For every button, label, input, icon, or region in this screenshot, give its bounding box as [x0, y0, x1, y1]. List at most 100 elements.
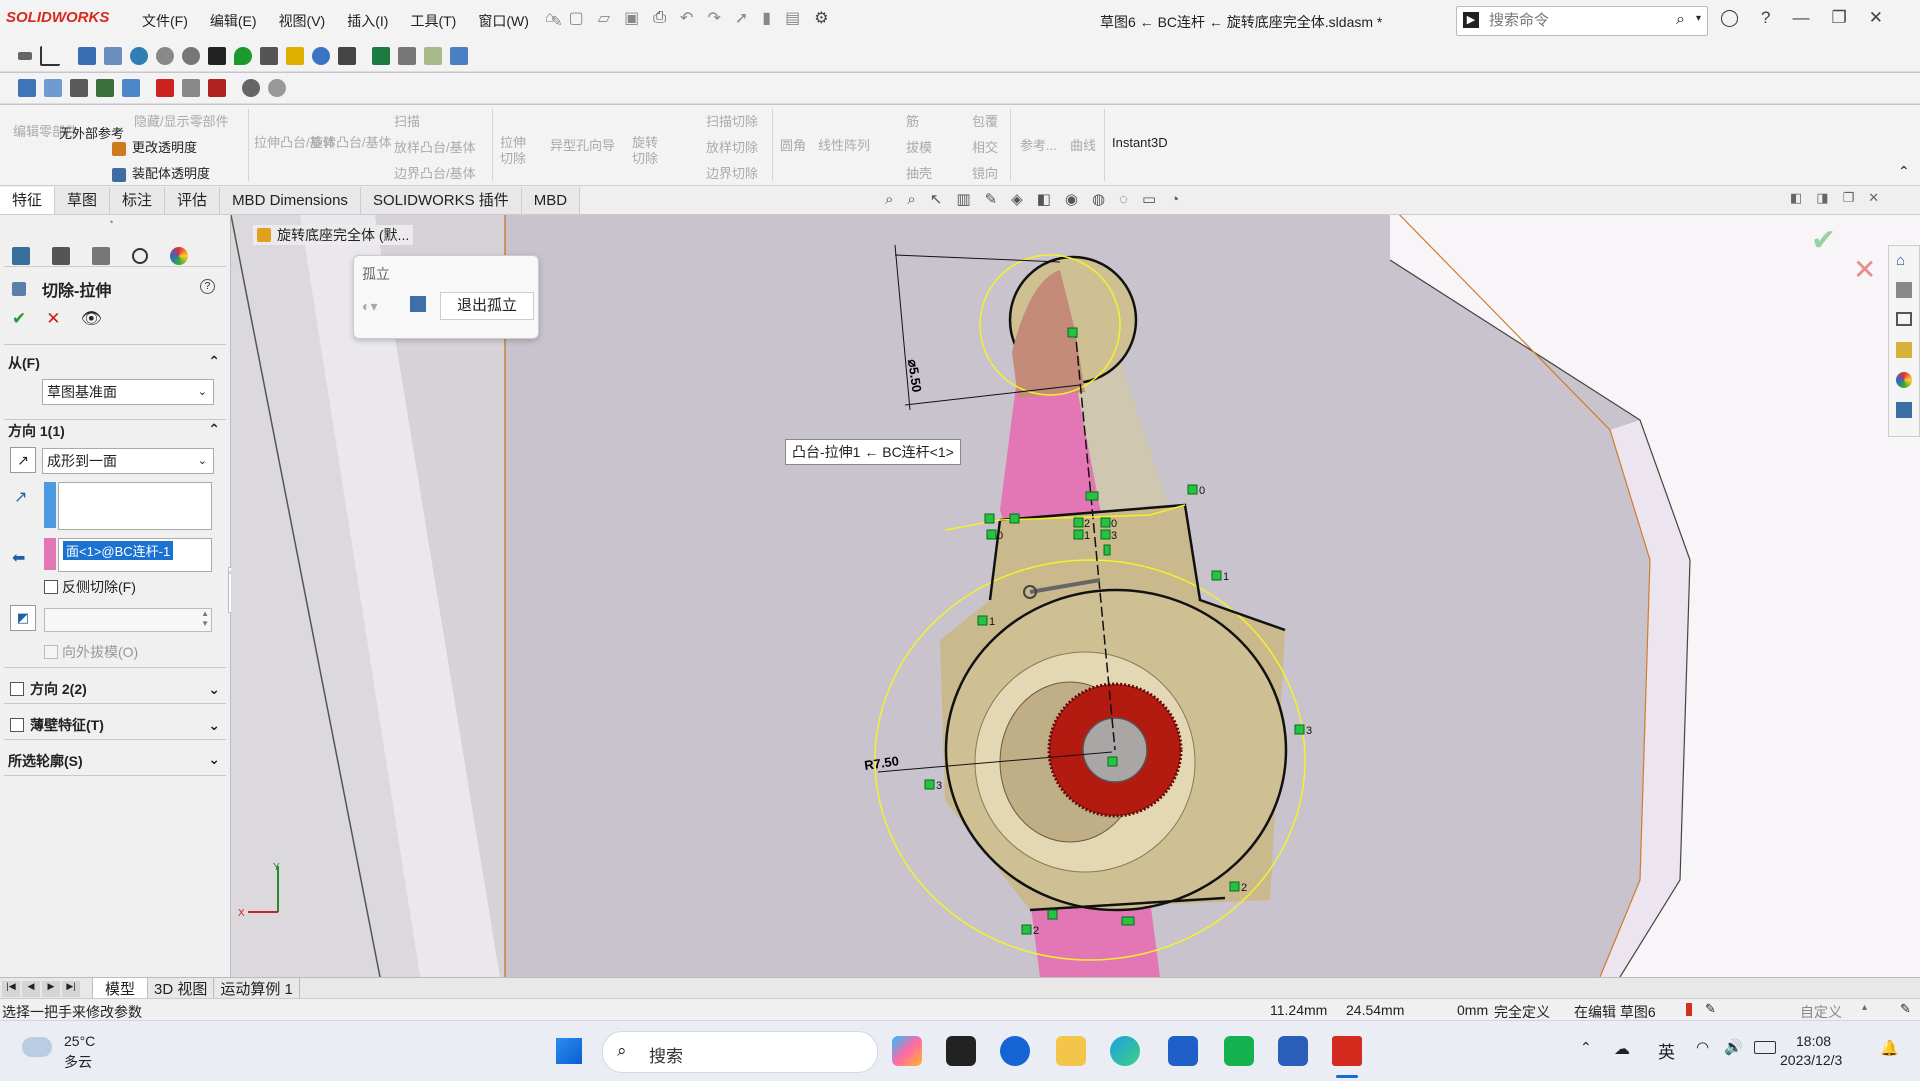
- custom-properties-icon[interactable]: [1896, 402, 1912, 418]
- image-icon[interactable]: [424, 46, 442, 65]
- last-tab-icon[interactable]: ▶|: [62, 980, 80, 997]
- tab-sketch[interactable]: 草图: [55, 186, 111, 214]
- zoom-icon[interactable]: [312, 46, 330, 65]
- volume-icon[interactable]: 🔊: [1724, 1038, 1743, 1056]
- help-icon[interactable]: ?: [1761, 8, 1770, 28]
- save-icon[interactable]: ▣: [624, 8, 639, 28]
- search-dropdown-icon[interactable]: ▾: [1696, 13, 1701, 24]
- save-display-state-icon[interactable]: [410, 296, 426, 312]
- home-icon[interactable]: ⌂: [545, 9, 555, 27]
- property-manager-tab-icon[interactable]: [52, 246, 70, 265]
- tab-mbd[interactable]: MBD: [521, 186, 581, 214]
- instant3d-button[interactable]: Instant3D: [1112, 135, 1168, 150]
- cog-icon[interactable]: [242, 79, 260, 97]
- relation-marker[interactable]: [1107, 756, 1118, 767]
- swept-cut-button[interactable]: 扫描切除: [682, 111, 758, 130]
- relation-marker[interactable]: [1047, 909, 1058, 920]
- redo-icon[interactable]: ↷: [707, 8, 720, 28]
- settings-icon[interactable]: [156, 46, 174, 65]
- tab-mbd-dimensions[interactable]: MBD Dimensions: [220, 186, 361, 214]
- direction1-section-header[interactable]: 方向 1(1) ⌃: [4, 421, 226, 441]
- relation-marker[interactable]: [924, 779, 935, 790]
- move-icon[interactable]: [182, 79, 200, 97]
- app-black-icon[interactable]: [946, 1036, 976, 1066]
- direction2-checkbox[interactable]: [10, 682, 24, 696]
- onedrive-icon[interactable]: ☁: [1614, 1039, 1630, 1059]
- excel-icon[interactable]: [372, 46, 390, 65]
- clock-date[interactable]: 2023/12/3: [1780, 1052, 1842, 1068]
- relation-marker[interactable]: [986, 529, 997, 540]
- relation-marker[interactable]: [1073, 517, 1084, 528]
- funnel-icon[interactable]: [208, 46, 226, 65]
- mates-icon[interactable]: [260, 46, 278, 65]
- clock-time[interactable]: 18:08: [1796, 1033, 1831, 1049]
- boundary-boss-button[interactable]: 边界凸台/基体: [376, 163, 476, 182]
- hole-wizard-button[interactable]: 异型孔向导: [550, 135, 615, 154]
- rib-button[interactable]: 筋: [884, 111, 919, 130]
- ok-button[interactable]: ✔: [12, 309, 26, 329]
- sweep-button[interactable]: 扫描: [376, 111, 420, 130]
- tab-3d-view[interactable]: 3D 视图: [148, 978, 215, 999]
- menu-edit[interactable]: 编辑(E): [208, 11, 259, 31]
- dimension-icon[interactable]: [40, 45, 60, 66]
- draft-angle-input[interactable]: ▲ ▼: [44, 608, 212, 632]
- dimxpert-tab-icon[interactable]: [132, 247, 148, 264]
- relation-marker[interactable]: [1021, 924, 1032, 935]
- print-icon[interactable]: ⎙: [653, 9, 666, 27]
- linear-pattern-button[interactable]: 线性阵列: [818, 135, 870, 154]
- start-button[interactable]: [556, 1038, 582, 1064]
- hide-show-items-icon[interactable]: ◉: [1065, 190, 1078, 208]
- cancel-button[interactable]: ✕: [46, 309, 60, 329]
- gear2-icon[interactable]: [182, 46, 200, 65]
- appearance-icon[interactable]: ◍: [1092, 190, 1105, 208]
- next-tab-icon[interactable]: ▶: [42, 980, 60, 997]
- word-icon[interactable]: [1278, 1036, 1308, 1066]
- first-tab-icon[interactable]: |◀: [2, 980, 20, 997]
- zoom-area-icon[interactable]: ⌕: [907, 191, 915, 208]
- relation-marker[interactable]: [1073, 529, 1084, 540]
- units-custom[interactable]: 自定义: [1800, 1002, 1842, 1022]
- file-properties-icon[interactable]: ▤: [785, 8, 800, 28]
- exit-isolate-button[interactable]: 退出孤立: [440, 292, 534, 320]
- minimize-button[interactable]: —: [1793, 8, 1810, 28]
- fillet-button[interactable]: 圆角: [780, 135, 806, 154]
- solidworks-taskbar-icon[interactable]: [1332, 1036, 1362, 1066]
- relation-marker[interactable]: [984, 513, 995, 524]
- units-dropdown-icon[interactable]: ▴: [1862, 1002, 1867, 1013]
- view-palette-icon[interactable]: [1896, 342, 1912, 358]
- undo-icon[interactable]: ↶: [680, 8, 693, 28]
- hide-show-button[interactable]: 隐藏/显示零部件: [112, 111, 229, 130]
- zoom-fit-icon[interactable]: ⌕: [885, 191, 893, 208]
- previous-view-icon[interactable]: ↖: [930, 190, 943, 208]
- edit-part-button[interactable]: 编辑零部件: [10, 110, 78, 140]
- options-gear-icon[interactable]: ⚙: [814, 8, 828, 28]
- view-orientation-icon[interactable]: ◈: [1011, 190, 1023, 208]
- from-section-header[interactable]: 从(F) ⌃: [4, 353, 226, 373]
- relation-marker[interactable]: [1085, 491, 1099, 501]
- feature-tree-root[interactable]: 旋转底座完全体 (默...: [253, 225, 414, 245]
- relation-marker[interactable]: [1067, 327, 1078, 338]
- tab-evaluate[interactable]: 评估: [165, 186, 221, 214]
- dynamic-annotation-icon[interactable]: ✎: [985, 190, 998, 208]
- weather-temp[interactable]: 25°C: [64, 1033, 95, 1049]
- red-cube-icon[interactable]: [156, 79, 174, 97]
- graphics-viewport[interactable]: 0 1 1 2 0 1 3 0 3 3 2 2 ⌀5.50 R7.50 Y X …: [231, 215, 1920, 977]
- thin-feature-section-header[interactable]: 薄壁特征(T) ⌄: [4, 715, 226, 735]
- print-preview-icon[interactable]: [398, 46, 416, 65]
- restore-button[interactable]: ❐: [1832, 8, 1847, 28]
- store-icon[interactable]: [1168, 1036, 1198, 1066]
- weather-cloud-icon[interactable]: [22, 1037, 52, 1057]
- viewport-close-icon[interactable]: ✕: [1868, 190, 1879, 206]
- tab-model[interactable]: 模型: [92, 977, 149, 1000]
- search-icon[interactable]: ⌕: [1676, 11, 1685, 29]
- visibility-icon[interactable]: ◐▾: [362, 298, 377, 315]
- revolve-cut-button[interactable]: 旋转切除: [630, 135, 660, 167]
- display-manager-tab-icon[interactable]: [170, 246, 188, 265]
- file-explorer-app-icon[interactable]: [1056, 1036, 1086, 1066]
- search-commands-input[interactable]: ▶ 搜索命令 ⌕ ▾: [1456, 6, 1708, 36]
- lofted-cut-button[interactable]: 放样切除: [682, 137, 758, 156]
- design-library-icon[interactable]: [1896, 282, 1912, 298]
- change-transparency-button[interactable]: 更改透明度: [112, 137, 197, 156]
- loft-boss-button[interactable]: 放样凸台/基体: [376, 137, 476, 156]
- viewport-restore-icon[interactable]: ❐: [1843, 190, 1855, 206]
